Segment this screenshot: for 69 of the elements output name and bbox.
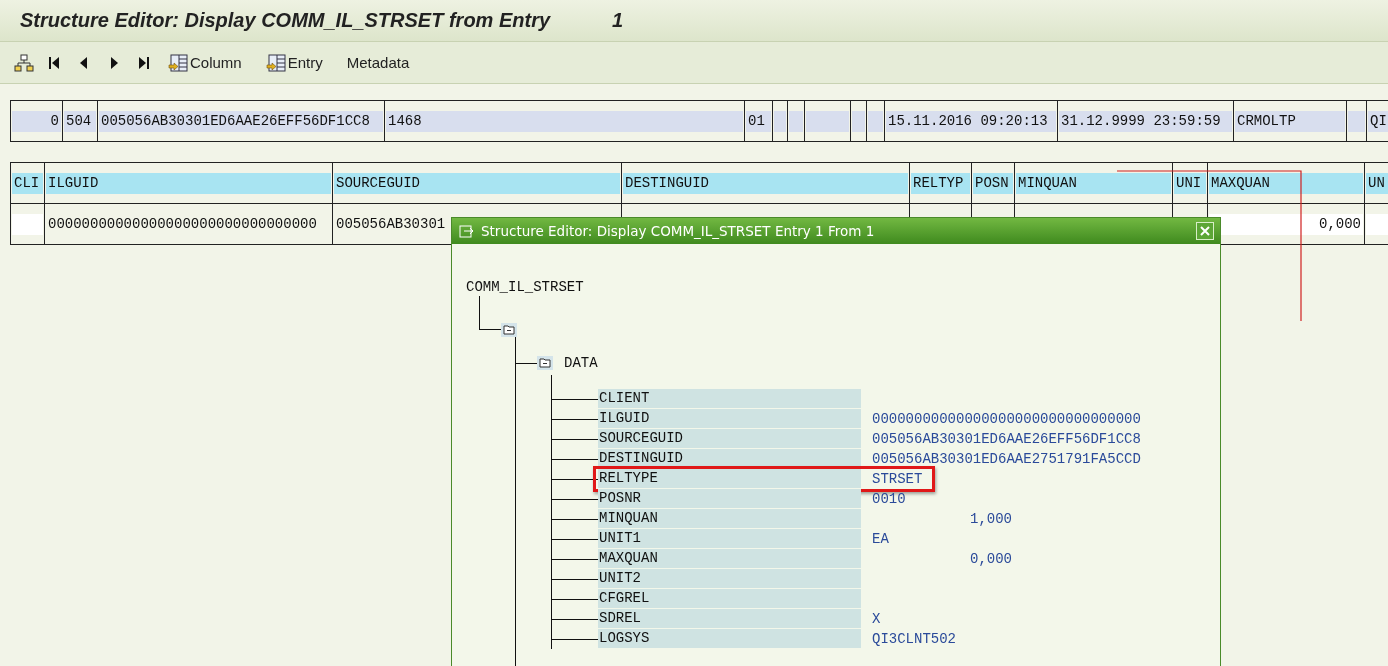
record-cell: 1468: [386, 110, 743, 132]
next-icon[interactable]: [108, 55, 120, 70]
column-header: UN: [1366, 172, 1388, 194]
record-cell: [806, 110, 849, 132]
field-name: CFGREL: [598, 589, 861, 608]
dialog-title: Structure Editor: Display COMM_IL_STRSET Entry 1 From 1: [481, 223, 875, 239]
field-name: ILGUID: [598, 409, 861, 428]
column-header: MAXQUAN: [1209, 172, 1363, 194]
tree-node[interactable]: DATA: [564, 355, 598, 371]
field-value: X: [872, 611, 881, 627]
field-value: 005056AB30301ED6AAE2751791FA5CCD: [872, 451, 1141, 467]
column-header: POSN: [973, 172, 1013, 194]
record-cell: [1348, 110, 1365, 132]
field-value: 0010: [872, 491, 906, 507]
field-name: MAXQUAN: [598, 549, 861, 568]
table-cell: [12, 213, 43, 235]
record-cell: [852, 110, 865, 132]
field-name: LOGSYS: [598, 629, 861, 648]
field-name: POSNR: [598, 489, 861, 508]
field-name: MINQUAN: [598, 509, 861, 528]
column-header: SOURCEGUID: [334, 172, 620, 194]
record-cell: 005056AB30301ED6AAE26EFF56DF1CC8: [99, 110, 383, 132]
close-button[interactable]: [1196, 222, 1214, 240]
record-cell: [774, 110, 786, 132]
field-value: 00000000000000000000000000000000: [872, 411, 1141, 427]
toolbar-button[interactable]: Metadata: [346, 54, 410, 71]
first-page-icon[interactable]: [48, 55, 60, 70]
field-value: QI3CLNT502: [872, 631, 956, 647]
field-value: 005056AB30301ED6AAE26EFF56DF1CC8: [872, 431, 1141, 447]
record-cell: 01: [746, 110, 771, 132]
table-cell-text: 00000000000000000000000000000000: [47, 214, 318, 234]
table-cell-text: 005056AB30301: [335, 214, 447, 234]
record-cell: 0: [12, 110, 61, 132]
table-cell: 0,000: [1209, 213, 1363, 235]
column-header: DESTINGUID: [623, 172, 908, 194]
entry-number: 1: [612, 9, 624, 32]
tree-root: COMM_IL_STRSET: [466, 278, 585, 297]
record-cell: CRMOLTP: [1235, 110, 1345, 132]
column-header: ILGUID: [46, 172, 331, 194]
field-name: CLIENT: [598, 389, 861, 408]
close-icon: [1199, 225, 1211, 237]
window-title: Structure Editor: Display COMM_IL_STRSET from Entry: [20, 9, 551, 32]
last-page-icon[interactable]: [138, 55, 150, 70]
record-cell: [868, 110, 883, 132]
hierarchy-icon[interactable]: [14, 53, 34, 72]
record-cell: [789, 110, 803, 132]
field-value: STRSET: [872, 471, 923, 487]
folder-icon[interactable]: [501, 323, 517, 337]
toolbar-button[interactable]: Column: [168, 53, 242, 72]
column-header: CLI: [12, 172, 43, 194]
record-cell: 15.11.2016 09:20:13: [886, 110, 1056, 132]
field-value: 1,000: [969, 511, 1012, 527]
field-value: 0,000: [969, 551, 1012, 567]
folder-icon[interactable]: [537, 356, 553, 370]
column-header: UNI: [1174, 172, 1206, 194]
display-icon: [459, 224, 475, 238]
record-cell: 504: [64, 110, 96, 132]
field-name: UNIT1: [598, 529, 861, 548]
record-cell: QI: [1368, 110, 1388, 132]
field-name: RELTYPE: [598, 469, 861, 488]
toolbar-button[interactable]: Entry: [265, 53, 323, 72]
field-value: EA: [872, 531, 889, 547]
previous-icon[interactable]: [78, 55, 90, 70]
record-cell: 31.12.9999 23:59:59: [1059, 110, 1232, 132]
column-header: RELTYP: [911, 172, 970, 194]
field-name: SOURCEGUID: [598, 429, 861, 448]
field-name: UNIT2: [598, 569, 861, 588]
field-name: SDREL: [598, 609, 861, 628]
column-header: MINQUAN: [1016, 172, 1171, 194]
